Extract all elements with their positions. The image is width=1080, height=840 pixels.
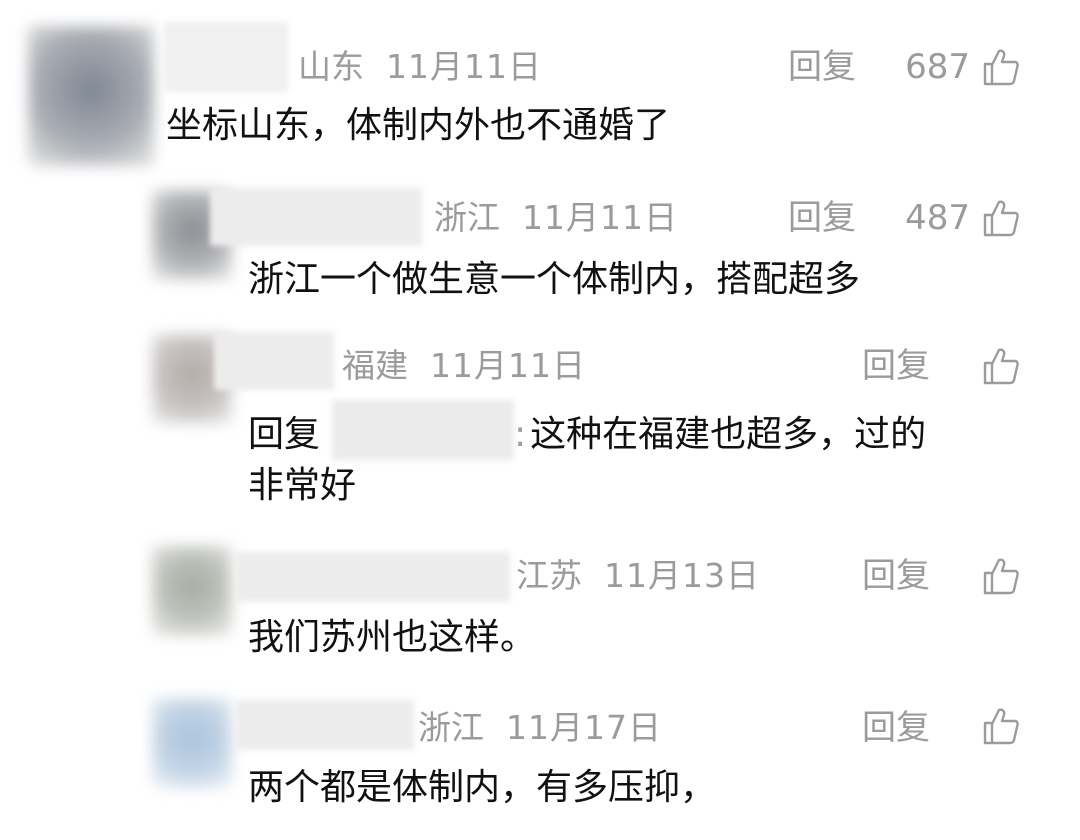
date-label: 11月11日: [522, 198, 678, 237]
comment-item: 江苏 11月13日 回复 我们苏州也这样。: [0, 540, 1080, 680]
reply-button[interactable]: 回复: [862, 346, 930, 386]
reply-button[interactable]: 回复: [862, 708, 930, 748]
comment-meta: 浙江 11月11日: [434, 198, 678, 238]
date-label: 11月11日: [386, 47, 542, 86]
username-blurred[interactable]: [214, 332, 334, 390]
date-label: 11月17日: [506, 708, 662, 747]
comment-item: 福建 11月11日 回复 回复: 这种在福建也超多，过的 非常好: [0, 330, 1080, 530]
username-blurred[interactable]: [236, 552, 510, 602]
username-blurred[interactable]: [210, 188, 422, 246]
username-blurred[interactable]: [236, 700, 414, 750]
avatar[interactable]: [28, 26, 154, 166]
region-label: 江苏: [516, 556, 582, 595]
comment-text: 两个都是体制内，有多压抑，: [248, 767, 717, 808]
region-label: 浙江: [434, 198, 500, 237]
comment-meta: 浙江 11月17日: [418, 708, 662, 748]
like-count: 487: [905, 198, 970, 238]
reply-colon: :: [514, 414, 527, 455]
username-blurred[interactable]: [164, 22, 288, 92]
comment-meta: 福建 11月11日: [342, 346, 586, 386]
reply-button[interactable]: 回复: [788, 198, 856, 238]
comment-text: 回复: 这种在福建也超多，过的: [248, 400, 926, 461]
comment-item: 浙江 11月11日 回复 487 浙江一个做生意一个体制内，搭配超多: [0, 180, 1080, 330]
comment-text: 坐标山东，体制内外也不通婚了: [166, 105, 671, 146]
mentioned-user-blurred[interactable]: [332, 400, 515, 460]
reply-button[interactable]: 回复: [788, 47, 856, 87]
like-count: 687: [905, 47, 970, 87]
thumbs-up-icon[interactable]: [982, 198, 1020, 238]
thumbs-up-icon[interactable]: [982, 706, 1020, 746]
thumbs-up-icon[interactable]: [982, 556, 1020, 596]
region-label: 浙江: [418, 708, 484, 747]
date-label: 11月11日: [430, 346, 586, 385]
thumbs-up-icon[interactable]: [982, 47, 1020, 87]
region-label: 福建: [342, 346, 408, 385]
reply-button[interactable]: 回复: [862, 556, 930, 596]
comment-text: 浙江一个做生意一个体制内，搭配超多: [248, 259, 861, 300]
avatar[interactable]: [152, 698, 232, 788]
comment-meta: 山东 11月11日: [298, 47, 542, 87]
thumbs-up-icon[interactable]: [982, 346, 1020, 386]
reply-prefix: 回复: [248, 414, 321, 455]
region-label: 山东: [298, 47, 364, 86]
comment-meta: 江苏 11月13日: [516, 556, 760, 596]
comment-item: 浙江 11月17日 回复 两个都是体制内，有多压抑，: [0, 688, 1080, 840]
comment-item: 山东 11月11日 回复 687 坐标山东，体制内外也不通婚了: [0, 0, 1080, 180]
date-label: 11月13日: [604, 556, 760, 595]
comment-text-line1: 这种在福建也超多，过的: [530, 414, 927, 455]
comment-text: 我们苏州也这样。: [248, 617, 537, 658]
comment-text-line2: 非常好: [248, 465, 357, 506]
avatar[interactable]: [152, 546, 232, 636]
